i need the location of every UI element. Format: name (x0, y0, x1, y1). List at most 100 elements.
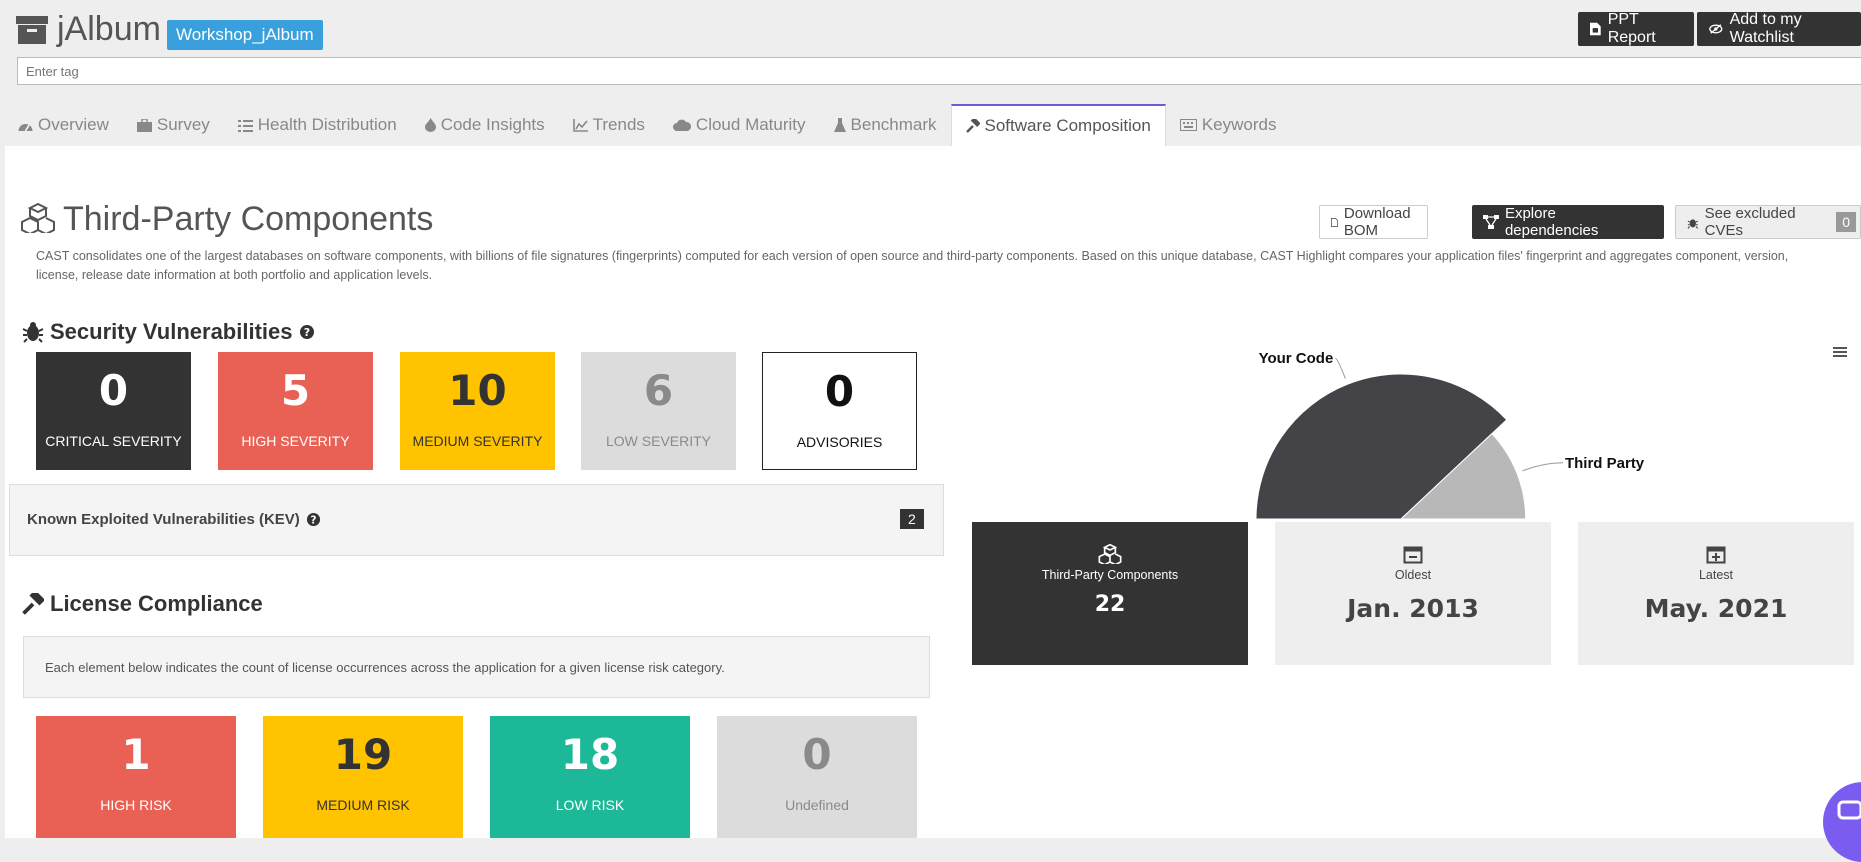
tab-label: Survey (156, 115, 210, 134)
page-title: Third-Party Components (63, 200, 434, 238)
low-severity-box[interactable]: 6 LOW SEVERITY (581, 352, 736, 470)
kev-panel[interactable]: Known Exploited Vulnerabilities (KEV) ? … (9, 484, 944, 556)
tab-code-insights[interactable]: Code Insights (411, 104, 559, 146)
latest-label: Latest (1698, 568, 1734, 582)
third-party-components-stat: Third-Party Components 22 (972, 522, 1248, 665)
briefcase-icon (136, 118, 152, 132)
tab-health-distribution[interactable]: Health Distribution (224, 104, 411, 146)
dashboard-icon (18, 123, 33, 131)
app-tag[interactable]: Workshop_jAlbum (167, 20, 323, 50)
kev-count-badge: 2 (900, 509, 924, 529)
critical-severity-label: CRITICAL SEVERITY (45, 433, 182, 449)
bug-icon (22, 322, 44, 343)
app-title: jAlbum (57, 10, 161, 48)
pie-label-connector (1522, 462, 1563, 472)
tab-label: Health Distribution (257, 115, 397, 134)
question-circle-icon[interactable]: ? (299, 324, 315, 340)
excluded-cves-count-badge: 0 (1836, 212, 1856, 232)
oldest-value: Jan. 2013 (1347, 594, 1479, 623)
medium-severity-label: MEDIUM SEVERITY (412, 433, 543, 449)
critical-severity-box[interactable]: 0 CRITICAL SEVERITY (36, 352, 191, 470)
undefined-risk-box[interactable]: 0 Undefined (717, 716, 917, 838)
cubes-icon (1098, 544, 1122, 564)
low-severity-count: 6 (643, 366, 674, 415)
latest-value: May. 2021 (1644, 594, 1788, 623)
line-chart-icon (572, 118, 588, 132)
fire-icon (424, 118, 436, 132)
tab-survey[interactable]: Survey (123, 104, 224, 146)
svg-text:?: ? (310, 514, 316, 526)
kev-label: Known Exploited Vulnerabilities (KEV) (27, 511, 300, 528)
gavel-icon (965, 119, 980, 133)
critical-severity-count: 0 (98, 366, 129, 415)
high-risk-label: HIGH RISK (100, 797, 172, 813)
high-risk-box[interactable]: 1 HIGH RISK (36, 716, 236, 838)
tab-label: Trends (592, 115, 645, 134)
latest-stat: Latest May. 2021 (1578, 522, 1854, 665)
eye-slash-icon (1709, 24, 1723, 34)
tab-cloud-maturity[interactable]: Cloud Maturity (659, 104, 820, 146)
advisories-box[interactable]: 0 ADVISORIES (762, 352, 917, 470)
archive-icon (16, 16, 48, 44)
ppt-report-label: PPT Report (1607, 11, 1656, 46)
medium-risk-box[interactable]: 19 MEDIUM RISK (263, 716, 463, 838)
medium-risk-label: MEDIUM RISK (316, 797, 410, 813)
low-risk-count: 18 (560, 730, 620, 779)
download-bom-button[interactable]: Download BOM (1319, 205, 1428, 239)
tab-keywords[interactable]: Keywords (1166, 104, 1291, 146)
see-excluded-cves-button[interactable]: See excluded CVEs 0 (1675, 205, 1861, 239)
tab-label: Cloud Maturity (695, 115, 806, 134)
project-diagram-icon (1483, 215, 1499, 229)
third-party-components-label: Third-Party Components (1041, 568, 1179, 582)
chat-icon (1837, 800, 1861, 820)
tab-software-composition[interactable]: Software Composition (950, 104, 1166, 146)
low-severity-label: LOW SEVERITY (605, 433, 712, 449)
oldest-label: Oldest (1394, 568, 1432, 582)
oldest-stat: Oldest Jan. 2013 (1275, 522, 1551, 665)
tab-label: Software Composition (984, 116, 1151, 135)
bug-icon (1687, 218, 1699, 229)
security-vulnerabilities-heading: Security Vulnerabilities ? (22, 319, 315, 345)
add-watchlist-label: Add to my Watchlist (1729, 11, 1802, 46)
license-note: Each element below indicates the count o… (23, 636, 930, 698)
tab-label: Code Insights (440, 115, 545, 134)
pie-label: Third Party (1565, 455, 1645, 472)
high-severity-count: 5 (280, 366, 311, 415)
explore-dependencies-button[interactable]: Explore dependencies (1472, 205, 1664, 239)
third-party-components-value: 22 (1094, 592, 1126, 617)
license-compliance-heading: License Compliance (22, 591, 263, 617)
tasks-icon (237, 119, 253, 132)
flask-icon (833, 118, 846, 132)
tab-label: Keywords (1201, 115, 1277, 134)
question-circle-icon[interactable]: ? (306, 512, 321, 527)
tab-trends[interactable]: Trends (559, 104, 659, 146)
svg-text:?: ? (303, 326, 309, 339)
kev-heading: Known Exploited Vulnerabilities (KEV) ? (27, 511, 321, 528)
file-icon (1331, 217, 1338, 227)
tab-benchmark[interactable]: Benchmark (820, 104, 951, 146)
see-excluded-cves-label: See excluded CVEs (1704, 205, 1796, 239)
medium-severity-box[interactable]: 10 MEDIUM SEVERITY (400, 352, 555, 470)
add-watchlist-button[interactable]: Add to my Watchlist (1697, 11, 1861, 46)
high-severity-label: HIGH SEVERITY (241, 433, 350, 449)
explore-dependencies-label: Explore dependencies (1504, 205, 1599, 239)
undefined-risk-label: Undefined (785, 797, 849, 813)
tab-overview[interactable]: Overview (4, 104, 123, 146)
chart-menu-icon[interactable] (1832, 345, 1848, 359)
nav-tabs: Overview Survey Health Distribution Code… (4, 104, 1290, 146)
high-severity-box[interactable]: 5 HIGH SEVERITY (218, 352, 373, 470)
download-bom-label: Download BOM (1343, 205, 1411, 239)
tag-input[interactable] (17, 57, 1861, 85)
gavel-icon (22, 593, 44, 615)
composition-pie-chart: Your Code Third Party (1255, 350, 1645, 520)
medium-severity-count: 10 (448, 366, 507, 415)
undefined-risk-count: 0 (802, 730, 832, 779)
ppt-report-button[interactable]: PPT Report (1578, 11, 1694, 46)
file-ppt-icon (1590, 22, 1601, 36)
pie-label-connector (1335, 357, 1346, 379)
pie-label: Your Code (1259, 350, 1334, 367)
keyboard-icon (1179, 119, 1197, 131)
tab-label: Benchmark (850, 115, 937, 134)
license-compliance-title: License Compliance (50, 591, 263, 616)
low-risk-box[interactable]: 18 LOW RISK (490, 716, 690, 838)
